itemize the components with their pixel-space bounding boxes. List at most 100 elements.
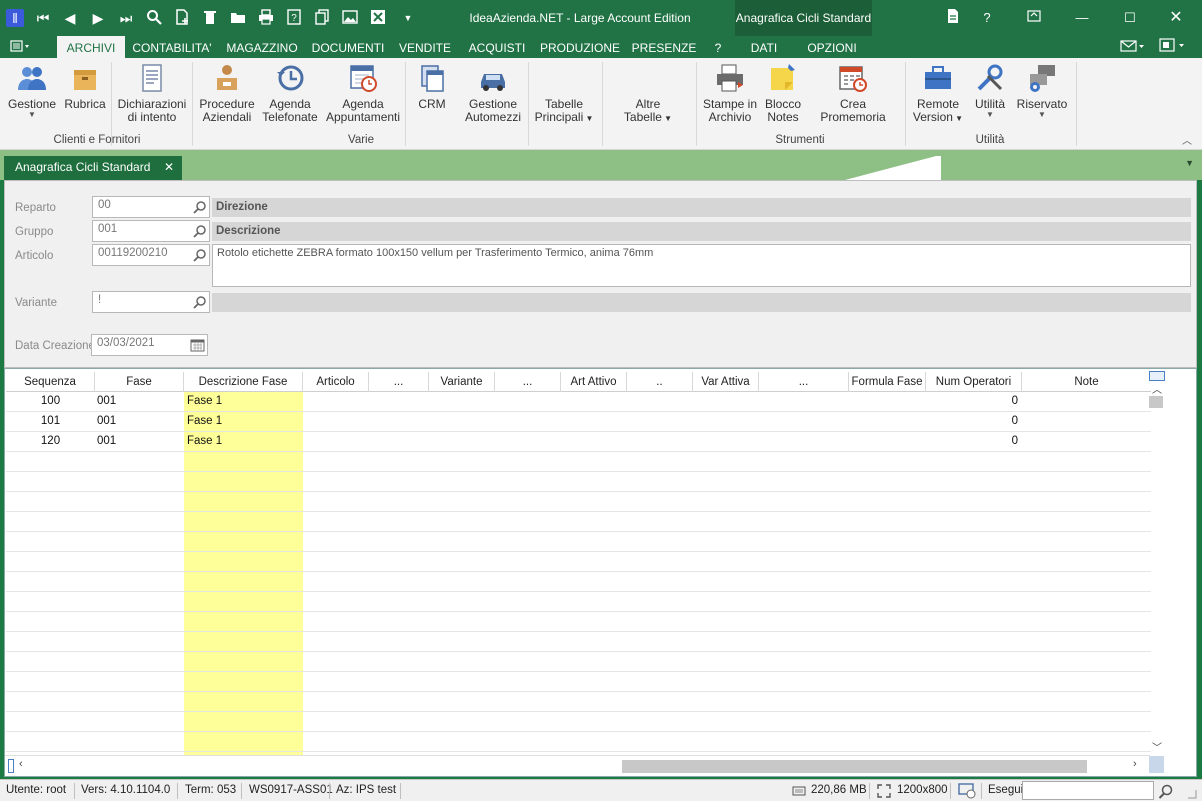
col-descrizione-fase[interactable]: Descrizione Fase — [184, 372, 303, 392]
gestione-automezzi-button[interactable]: Gestione Automezzi — [463, 62, 523, 142]
vertical-scroll-thumb[interactable] — [1149, 396, 1163, 408]
articolo-field[interactable]: 00119200210 — [92, 244, 210, 266]
cell-descrizione-fase[interactable]: Fase 1 — [187, 412, 297, 431]
document-icon[interactable] — [943, 8, 963, 28]
table-row[interactable] — [6, 492, 1151, 512]
tab-magazzino[interactable]: MAGAZZINO — [222, 36, 302, 58]
copy-icon[interactable] — [313, 9, 331, 27]
table-row[interactable] — [6, 692, 1151, 712]
tab-dati[interactable]: DATI — [740, 36, 788, 58]
last-record-icon[interactable]: ⏭ — [117, 9, 135, 27]
delete-icon[interactable] — [201, 9, 219, 27]
mail-icon[interactable] — [1116, 36, 1150, 58]
data-creazione-field[interactable]: 03/03/2021 — [91, 334, 208, 356]
table-row[interactable]: 101 001 Fase 1 0 — [6, 412, 1151, 432]
tab-opzioni[interactable]: OPZIONI — [797, 36, 867, 58]
close-x-icon[interactable] — [369, 9, 387, 27]
cell-sequenza[interactable]: 100 — [6, 392, 95, 411]
search-icon[interactable] — [193, 248, 207, 262]
col-sequenza[interactable]: Sequenza — [6, 372, 95, 392]
tab-help[interactable]: ? — [706, 36, 730, 58]
resize-grip-icon[interactable] — [1183, 785, 1197, 799]
col-variante[interactable]: Variante — [429, 372, 495, 392]
table-row[interactable] — [6, 672, 1151, 692]
table-row[interactable] — [6, 552, 1151, 572]
app-icon[interactable]: ‖ — [6, 9, 24, 27]
cell-descrizione-fase[interactable]: Fase 1 — [187, 392, 297, 411]
search-icon[interactable] — [193, 295, 207, 309]
tab-produzione[interactable]: PRODUZIONE — [538, 36, 622, 58]
tab-vendite[interactable]: VENDITE — [395, 36, 455, 58]
scroll-down-icon[interactable]: ﹀ — [1149, 739, 1165, 754]
col-articolo-lookup[interactable]: ... — [369, 372, 429, 392]
table-row[interactable] — [6, 572, 1151, 592]
procedure-aziendali-button[interactable]: Procedure Aziendali — [196, 62, 258, 142]
col-num-operatori[interactable]: Num Operatori — [926, 372, 1022, 392]
tab-contabilita[interactable]: CONTABILITA' — [128, 36, 216, 58]
print-icon[interactable] — [257, 9, 275, 27]
scroll-left-icon[interactable]: ‹ — [19, 758, 23, 770]
image-icon[interactable] — [341, 9, 359, 27]
scroll-right-icon[interactable]: › — [1133, 758, 1137, 770]
cell-sequenza[interactable]: 120 — [6, 432, 95, 451]
gestione-button[interactable]: Gestione ▼ — [6, 62, 58, 142]
monitor-icon[interactable] — [958, 783, 976, 799]
quick-access-dropdown-icon[interactable]: ▼ — [399, 9, 417, 27]
col-var-attiva[interactable]: Var Attiva — [693, 372, 759, 392]
gruppo-field[interactable]: 001 — [92, 220, 210, 242]
tab-archivi[interactable]: ARCHIVI — [57, 36, 125, 58]
crea-promemoria-button[interactable]: Crea Promemoria — [808, 62, 898, 142]
table-row[interactable] — [6, 532, 1151, 552]
cell-fase[interactable]: 001 — [97, 392, 157, 411]
rubrica-button[interactable]: Rubrica — [62, 62, 108, 142]
scroll-up-icon[interactable]: ︿ — [1149, 381, 1165, 396]
variante-field[interactable]: ! — [92, 291, 210, 313]
table-row[interactable] — [6, 612, 1151, 632]
cell-descrizione-fase[interactable]: Fase 1 — [187, 432, 297, 451]
search-icon[interactable] — [193, 224, 207, 238]
table-row[interactable] — [6, 452, 1151, 472]
document-tab[interactable]: Anagrafica Cicli Standard ✕ — [4, 156, 182, 180]
column-chooser-icon[interactable] — [1149, 371, 1165, 381]
stampe-archivio-button[interactable]: Stampe in Archivio — [702, 62, 758, 142]
maximize-icon[interactable]: ☐ — [1120, 8, 1140, 28]
reparto-field[interactable]: 00 — [92, 196, 210, 218]
col-note[interactable]: Note — [1022, 372, 1151, 392]
previous-record-icon[interactable]: ◀ — [61, 9, 79, 27]
col-fase[interactable]: Fase — [95, 372, 184, 392]
close-window-icon[interactable]: ✕ — [1166, 8, 1186, 28]
col-articolo[interactable]: Articolo — [303, 372, 369, 392]
file-menu-icon[interactable] — [10, 39, 44, 56]
remote-version-button[interactable]: Remote Version ▼ — [910, 62, 966, 142]
cell-num-operatori[interactable]: 0 — [926, 412, 1018, 431]
next-record-icon[interactable]: ▶ — [89, 9, 107, 27]
riservato-button[interactable]: Riservato ▼ — [1014, 62, 1070, 142]
calendar-icon[interactable] — [189, 338, 205, 352]
open-folder-icon[interactable] — [229, 9, 247, 27]
col-art-attivo[interactable]: Art Attivo — [561, 372, 627, 392]
table-row[interactable] — [6, 732, 1151, 752]
help-document-icon[interactable]: ? — [285, 9, 303, 27]
horizontal-scrollbar[interactable]: ‹ › — [5, 755, 1150, 775]
col-formula-fase[interactable]: Formula Fase — [849, 372, 926, 392]
first-record-icon[interactable]: ⏮ — [34, 9, 52, 27]
tab-acquisti[interactable]: ACQUISTI — [464, 36, 530, 58]
search-icon[interactable] — [1158, 783, 1174, 799]
agenda-telefonate-button[interactable]: Agenda Telefonate — [261, 62, 319, 142]
blocco-notes-button[interactable]: Blocco Notes — [762, 62, 804, 142]
cell-num-operatori[interactable]: 0 — [926, 432, 1018, 451]
horizontal-scroll-thumb[interactable] — [622, 760, 1087, 773]
table-row[interactable] — [6, 592, 1151, 612]
esegui-input[interactable] — [1022, 781, 1154, 800]
table-row[interactable]: 120 001 Fase 1 0 — [6, 432, 1151, 452]
table-row[interactable] — [6, 512, 1151, 532]
search-icon[interactable] — [193, 200, 207, 214]
utilita-button[interactable]: Utilità ▼ — [968, 62, 1012, 142]
crm-button[interactable]: CRM — [410, 62, 454, 142]
cell-num-operatori[interactable]: 0 — [926, 392, 1018, 411]
dichiarazioni-button[interactable]: Dichiarazioni di intento — [116, 62, 188, 142]
col-variante-lookup[interactable]: ... — [495, 372, 561, 392]
table-row[interactable] — [6, 472, 1151, 492]
col-art-attivo-lookup[interactable]: .. — [627, 372, 693, 392]
table-row[interactable] — [6, 652, 1151, 672]
